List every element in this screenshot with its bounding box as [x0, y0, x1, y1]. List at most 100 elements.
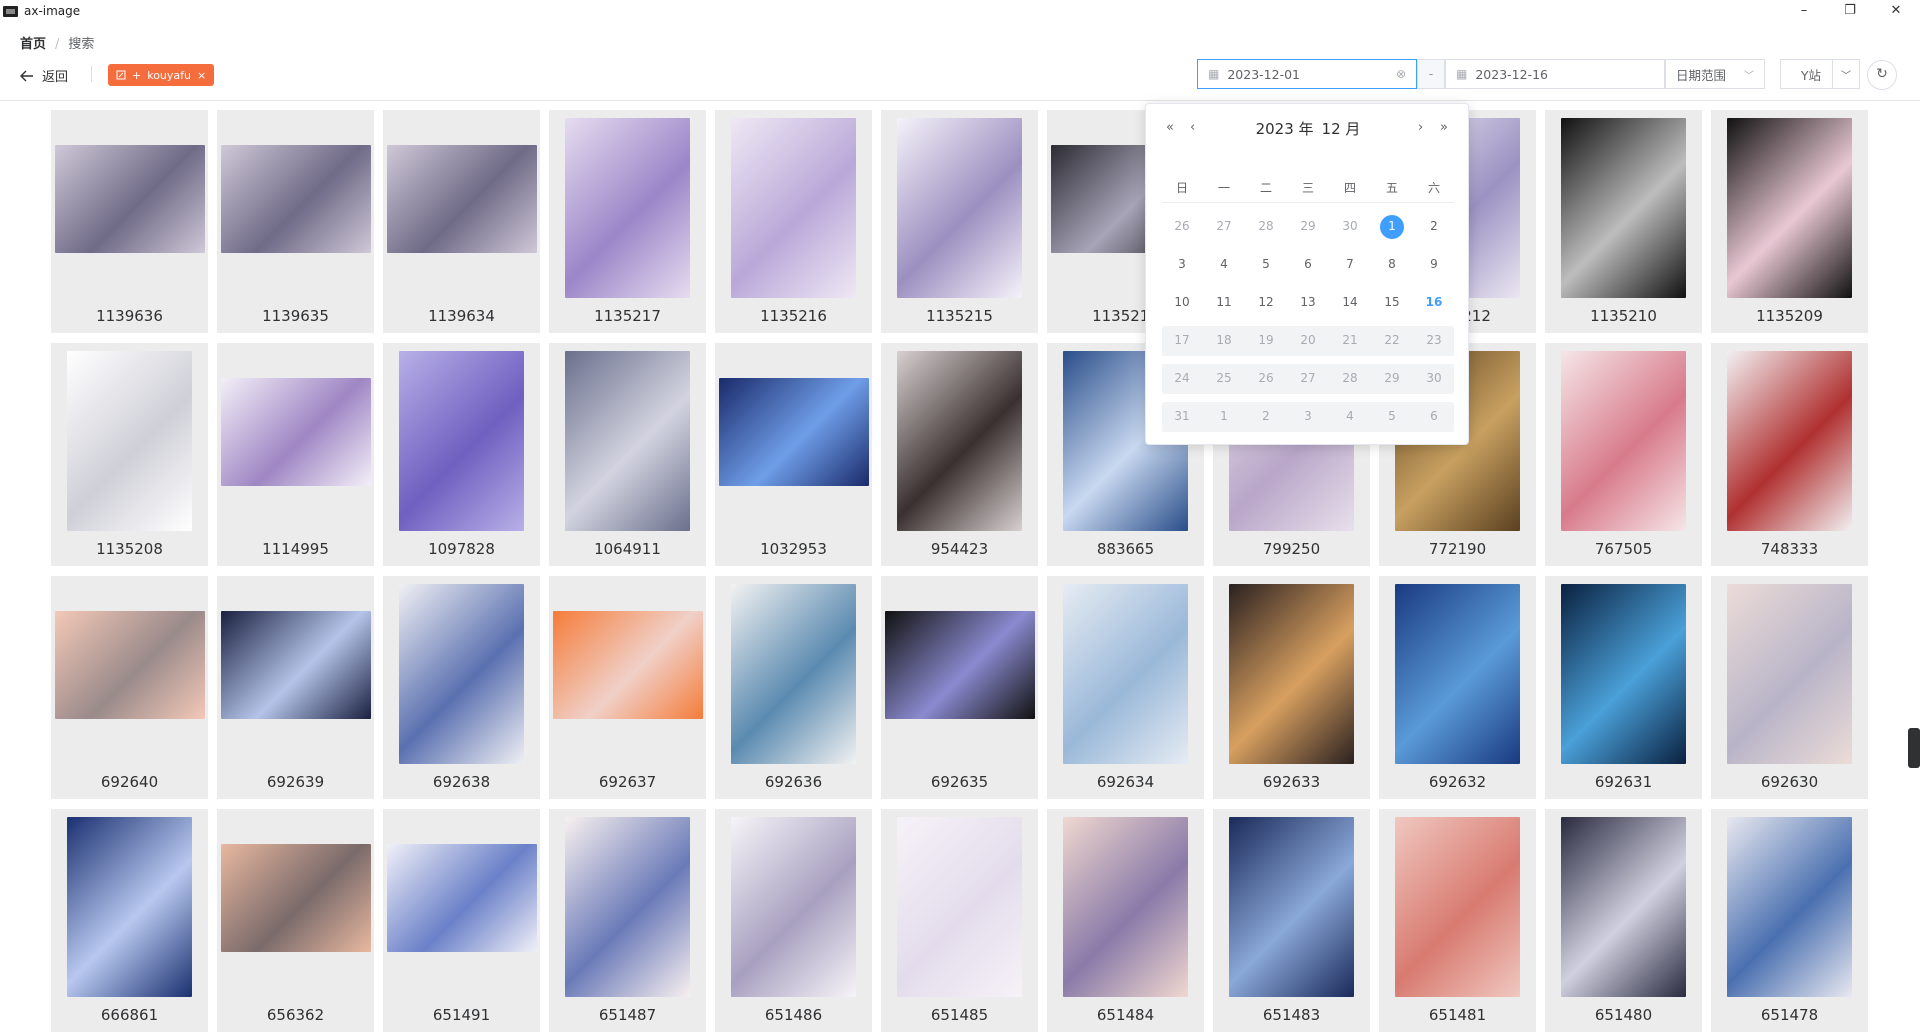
- date-picker-year[interactable]: 2023 年: [1256, 120, 1314, 138]
- date-cell[interactable]: 13: [1288, 295, 1328, 309]
- image-thumbnail[interactable]: [54, 145, 205, 253]
- image-thumbnail[interactable]: [1561, 351, 1686, 531]
- image-card[interactable]: 692635: [881, 576, 1038, 799]
- image-thumbnail[interactable]: [1229, 817, 1354, 997]
- image-thumbnail[interactable]: [1395, 584, 1520, 764]
- next-year-icon[interactable]: »: [1440, 120, 1448, 135]
- image-thumbnail[interactable]: [1727, 584, 1852, 764]
- image-card[interactable]: 656362: [217, 809, 374, 1032]
- image-card[interactable]: 692631: [1545, 576, 1702, 799]
- image-card[interactable]: 1135216: [715, 110, 872, 333]
- date-cell[interactable]: 14: [1330, 295, 1370, 309]
- image-card[interactable]: 954423: [881, 343, 1038, 566]
- date-cell[interactable]: 4: [1330, 409, 1370, 423]
- image-card[interactable]: 748333: [1711, 343, 1868, 566]
- image-thumbnail[interactable]: [220, 611, 371, 719]
- image-card[interactable]: 1135217: [549, 110, 706, 333]
- date-cell[interactable]: 4: [1204, 257, 1244, 271]
- image-card[interactable]: 651481: [1379, 809, 1536, 1032]
- image-thumbnail[interactable]: [1229, 584, 1354, 764]
- minimize-button[interactable]: –: [1781, 0, 1827, 22]
- image-card[interactable]: 692639: [217, 576, 374, 799]
- image-card[interactable]: 767505: [1545, 343, 1702, 566]
- date-cell[interactable]: 16: [1414, 295, 1454, 309]
- date-range-select[interactable]: 日期范围 ﹀: [1665, 59, 1765, 89]
- date-cell[interactable]: 3: [1288, 409, 1328, 423]
- date-cell[interactable]: 2: [1246, 409, 1286, 423]
- clear-icon[interactable]: ⊗: [1396, 67, 1406, 81]
- image-thumbnail[interactable]: [1063, 584, 1188, 764]
- date-cell[interactable]: 6: [1414, 409, 1454, 423]
- image-card[interactable]: 692632: [1379, 576, 1536, 799]
- date-cell[interactable]: 26: [1162, 219, 1202, 233]
- image-thumbnail[interactable]: [897, 351, 1022, 531]
- image-thumbnail[interactable]: [731, 817, 856, 997]
- date-cell[interactable]: 29: [1288, 219, 1328, 233]
- image-card[interactable]: 1032953: [715, 343, 872, 566]
- image-card[interactable]: 692638: [383, 576, 540, 799]
- date-cell[interactable]: 20: [1288, 333, 1328, 347]
- image-card[interactable]: 1135215: [881, 110, 1038, 333]
- image-thumbnail[interactable]: [1561, 584, 1686, 764]
- search-tag[interactable]: + kouyafu ×: [108, 64, 215, 86]
- image-card[interactable]: 651486: [715, 809, 872, 1032]
- image-thumbnail[interactable]: [399, 351, 524, 531]
- image-thumbnail[interactable]: [731, 584, 856, 764]
- image-thumbnail[interactable]: [1561, 817, 1686, 997]
- image-card[interactable]: 666861: [51, 809, 208, 1032]
- date-picker-month[interactable]: 12 月: [1322, 120, 1361, 138]
- image-card[interactable]: 651491: [383, 809, 540, 1032]
- image-card[interactable]: 692630: [1711, 576, 1868, 799]
- date-cell[interactable]: 31: [1162, 409, 1202, 423]
- image-card[interactable]: 1139636: [51, 110, 208, 333]
- next-month-icon[interactable]: ›: [1418, 120, 1423, 135]
- date-cell[interactable]: 28: [1330, 371, 1370, 385]
- date-cell[interactable]: 18: [1204, 333, 1244, 347]
- date-cell[interactable]: 30: [1330, 219, 1370, 233]
- chevron-down-icon[interactable]: ﹀: [1841, 67, 1851, 82]
- image-thumbnail[interactable]: [220, 378, 371, 486]
- image-card[interactable]: 692633: [1213, 576, 1370, 799]
- image-thumbnail[interactable]: [399, 584, 524, 764]
- image-thumbnail[interactable]: [220, 844, 371, 952]
- tag-close-icon[interactable]: ×: [197, 69, 206, 82]
- date-cell[interactable]: 5: [1246, 257, 1286, 271]
- image-thumbnail[interactable]: [731, 118, 856, 298]
- image-thumbnail[interactable]: [884, 611, 1035, 719]
- image-thumbnail[interactable]: [1395, 817, 1520, 997]
- end-date-input[interactable]: ▦ 2023-12-16: [1445, 59, 1665, 89]
- date-cell[interactable]: 27: [1204, 219, 1244, 233]
- image-card[interactable]: 1114995: [217, 343, 374, 566]
- date-cell[interactable]: 21: [1330, 333, 1370, 347]
- date-cell-selected[interactable]: 1: [1372, 219, 1412, 233]
- image-card[interactable]: 692637: [549, 576, 706, 799]
- image-thumbnail[interactable]: [897, 817, 1022, 997]
- back-button[interactable]: 返回: [20, 66, 68, 85]
- image-card[interactable]: 1064911: [549, 343, 706, 566]
- image-card[interactable]: 651478: [1711, 809, 1868, 1032]
- image-thumbnail[interactable]: [386, 844, 537, 952]
- scrollbar-thumb[interactable]: [1908, 728, 1920, 768]
- image-thumbnail[interactable]: [1727, 118, 1852, 298]
- image-card[interactable]: 692640: [51, 576, 208, 799]
- image-thumbnail[interactable]: [1727, 817, 1852, 997]
- image-thumbnail[interactable]: [897, 118, 1022, 298]
- start-date-input[interactable]: ▦ 2023-12-01 ⊗: [1197, 59, 1417, 89]
- image-card[interactable]: 692634: [1047, 576, 1204, 799]
- image-card[interactable]: 1135210: [1545, 110, 1702, 333]
- close-window-button[interactable]: ✕: [1873, 0, 1919, 22]
- image-thumbnail[interactable]: [67, 351, 192, 531]
- date-cell[interactable]: 7: [1330, 257, 1370, 271]
- image-thumbnail[interactable]: [386, 145, 537, 253]
- image-card[interactable]: 1135209: [1711, 110, 1868, 333]
- date-cell[interactable]: 19: [1246, 333, 1286, 347]
- image-card[interactable]: 1097828: [383, 343, 540, 566]
- date-cell[interactable]: 2: [1414, 219, 1454, 233]
- date-cell[interactable]: 26: [1246, 371, 1286, 385]
- image-card[interactable]: 651484: [1047, 809, 1204, 1032]
- image-card[interactable]: 692636: [715, 576, 872, 799]
- image-card[interactable]: 651487: [549, 809, 706, 1032]
- image-thumbnail[interactable]: [565, 118, 690, 298]
- date-cell[interactable]: 28: [1246, 219, 1286, 233]
- image-thumbnail[interactable]: [565, 817, 690, 997]
